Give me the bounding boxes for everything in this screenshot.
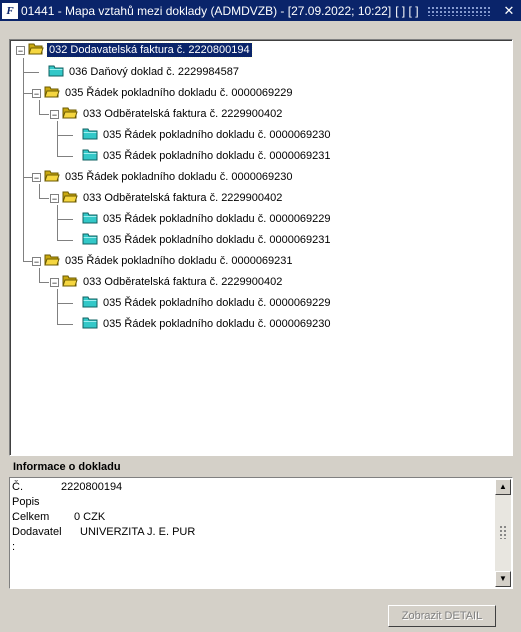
info-section-title: Informace o dokladu [13, 461, 121, 473]
tree-node[interactable]: 035 Řádek pokladního dokladu č. 00000692… [82, 232, 333, 248]
collapse-toggle-icon[interactable]: − [50, 193, 59, 203]
scroll-down-arrow-icon[interactable]: ▼ [495, 571, 511, 587]
folder-open-icon [62, 274, 78, 290]
cislo-value: 2220800194 [61, 481, 123, 493]
folder-closed-icon [82, 127, 98, 143]
tree-node[interactable]: − 035 Řádek pokladního dokladu č. 0000069… [32, 85, 295, 101]
scroll-up-arrow-icon[interactable]: ▲ [495, 479, 511, 495]
folder-open-icon [28, 42, 44, 58]
folder-open-icon [44, 85, 60, 101]
folder-open-icon [44, 253, 60, 269]
app-logo-icon: F [2, 2, 18, 19]
tree-node-label[interactable]: 035 Řádek pokladního dokladu č. 00000692… [101, 296, 333, 310]
folder-closed-icon [82, 295, 98, 311]
tree-node[interactable]: − 032 Dodavatelská faktura č. 2220800194 [16, 42, 253, 58]
dodavatel-label: Dodavatel : [12, 526, 62, 553]
celkem-value: 0 CZK [74, 511, 106, 523]
tree-node[interactable]: − 033 Odběratelská faktura č. 2229900402 [50, 190, 284, 206]
tree-node-label[interactable]: 035 Řádek pokladního dokladu č. 00000692… [101, 233, 333, 247]
folder-closed-icon [82, 211, 98, 227]
tree-node[interactable]: 035 Řádek pokladního dokladu č. 00000692… [82, 148, 333, 164]
info-scrollbar[interactable]: ▲ ▼ [495, 479, 511, 587]
folder-open-icon [44, 169, 60, 185]
folder-closed-icon [82, 232, 98, 248]
title-grip[interactable] [426, 5, 491, 16]
tree-node[interactable]: 035 Řádek pokladního dokladu č. 00000692… [82, 295, 333, 311]
folder-closed-icon [48, 64, 64, 80]
collapse-toggle-icon[interactable]: − [32, 256, 41, 266]
tree-node[interactable]: 035 Řádek pokladního dokladu č. 00000692… [82, 127, 333, 143]
tree-node-label[interactable]: 035 Řádek pokladního dokladu č. 00000692… [63, 86, 295, 100]
title-bar: F 01441 - Mapa vztahů mezi doklady (ADMD… [0, 0, 521, 21]
tree-node-label[interactable]: 035 Řádek pokladního dokladu č. 00000692… [101, 149, 333, 163]
tree-node-label[interactable]: 033 Odběratelská faktura č. 2229900402 [81, 191, 284, 205]
tree-node-label[interactable]: 033 Odběratelská faktura č. 2229900402 [81, 107, 284, 121]
tree-node[interactable]: 036 Daňový doklad č. 2229984587 [48, 64, 241, 80]
collapse-toggle-icon[interactable]: − [16, 45, 25, 55]
tree-node-label[interactable]: 035 Řádek pokladního dokladu č. 00000692… [101, 128, 333, 142]
tree-node-label[interactable]: 032 Dodavatelská faktura č. 2220800194 [46, 42, 253, 58]
collapse-toggle-icon[interactable]: − [32, 88, 41, 98]
tree-node[interactable]: 035 Řádek pokladního dokladu č. 00000692… [82, 211, 333, 227]
tree-node[interactable]: − 035 Řádek pokladního dokladu č. 0000069… [32, 169, 295, 185]
tree-node-label[interactable]: 035 Řádek pokladního dokladu č. 00000692… [101, 212, 333, 226]
tree-node-label[interactable]: 035 Řádek pokladního dokladu č. 00000692… [63, 170, 295, 184]
document-relation-tree[interactable]: − 032 Dodavatelská faktura č. 2220800194 0… [9, 39, 513, 456]
tree-node-label[interactable]: 035 Řádek pokladního dokladu č. 00000692… [101, 317, 333, 331]
scroll-grip[interactable] [499, 525, 507, 539]
window-title: 01441 - Mapa vztahů mezi doklady (ADMDVZ… [21, 3, 392, 18]
tree-node[interactable]: − 033 Odběratelská faktura č. 2229900402 [50, 106, 284, 122]
tree-node[interactable]: 035 Řádek pokladního dokladu č. 00000692… [82, 316, 333, 332]
show-detail-button[interactable]: Zobrazit DETAIL [388, 605, 496, 627]
tree-node-label[interactable]: 036 Daňový doklad č. 2229984587 [67, 65, 241, 79]
close-icon[interactable]: ✕ [501, 3, 517, 18]
document-info-panel[interactable]: Č. : 2220800194 Popis : Celkem : 0 CZK D… [9, 477, 513, 589]
folder-open-icon [62, 106, 78, 122]
collapse-toggle-icon[interactable]: − [50, 277, 59, 287]
tree-node[interactable]: − 033 Odběratelská faktura č. 2229900402 [50, 274, 284, 290]
collapse-toggle-icon[interactable]: − [50, 109, 59, 119]
tree-node[interactable]: − 035 Řádek pokladního dokladu č. 0000069… [32, 253, 295, 269]
folder-closed-icon [82, 316, 98, 332]
dodavatel-value: UNIVERZITA J. E. PUR [80, 526, 196, 538]
tree-node-label[interactable]: 035 Řádek pokladního dokladu č. 00000692… [63, 254, 295, 268]
tree-node-label[interactable]: 033 Odběratelská faktura č. 2229900402 [81, 275, 284, 289]
window-title-brackets: [ ] [ ] [395, 3, 419, 18]
folder-closed-icon [82, 148, 98, 164]
folder-open-icon [62, 190, 78, 206]
collapse-toggle-icon[interactable]: − [32, 172, 41, 182]
